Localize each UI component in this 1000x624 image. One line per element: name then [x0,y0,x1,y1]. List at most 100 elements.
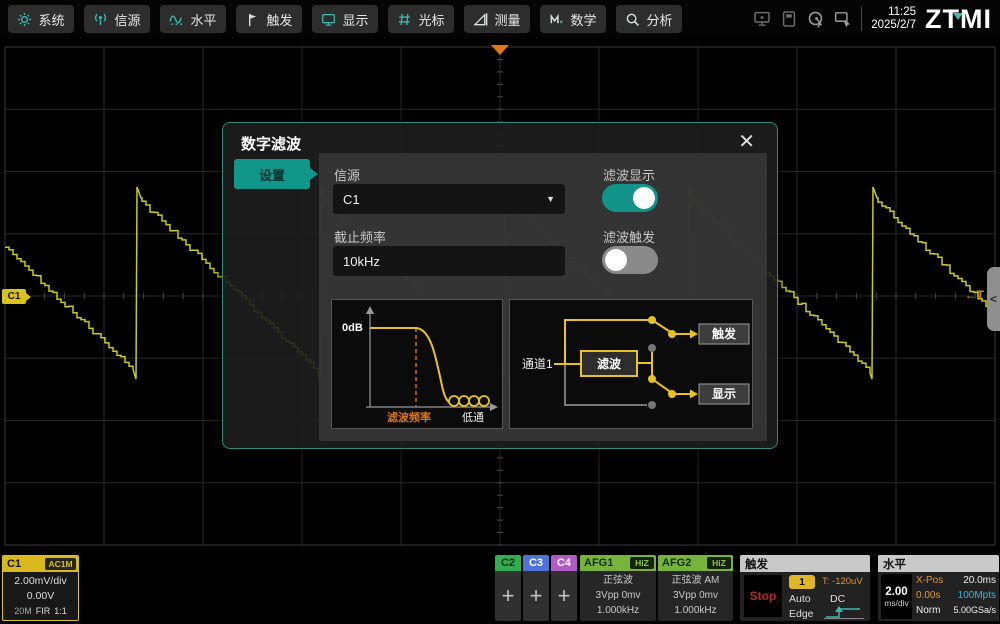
display-block-label: 显示 [712,387,736,401]
trigger-panel-title: 触发 [740,555,870,572]
horizontal-status-panel[interactable]: 水平 2.00 ms/div X-Pos 20.0ms 0.00s 100Mpt… [878,555,999,621]
afg-wave: 正弦波 AM [658,573,733,588]
touch-ring-icon [807,10,825,28]
channel-name: C1 [7,558,21,570]
grid-icon [397,12,412,27]
math-button[interactable]: 数学 [540,5,606,33]
afg2-box[interactable]: AFG2 HiZ 正弦波 AM 3Vpp 0mv 1.000kHz [658,555,733,621]
add-channel-icon: + [551,571,577,621]
filter-display-toggle[interactable] [602,184,658,212]
date: 2025/2/7 [871,19,916,32]
c1-bandwidth: 20M [14,604,32,619]
network-display-icon [753,10,771,28]
digital-filter-dialog: 数字滤波 ✕ 设置 信源 C1 ▼ 滤波显示 截止频率 10kHz 滤波触发 [222,122,778,449]
afg-frequency: 1.000kHz [658,603,733,618]
channel-c1-box[interactable]: C1 AC1M 2.00mV/div 0.00V 20M FIR 1:1 [2,555,79,621]
afg-name: AFG2 [662,557,691,569]
button-label: 分析 [646,10,672,29]
window-span: 20.0ms [948,575,996,586]
cursor-button[interactable]: 光标 [388,5,454,33]
trigger-block-label: 触发 [712,326,737,341]
tab-settings[interactable]: 设置 [234,159,310,189]
channel-name: C3 [523,555,549,571]
analyze-button[interactable]: 分析 [616,5,682,33]
filter-trigger-toggle[interactable] [602,246,658,274]
monitor-icon [321,12,336,27]
close-icon[interactable]: ✕ [732,128,761,156]
rising-edge-icon [824,606,864,619]
flag-icon [245,12,260,27]
source-button[interactable]: 信源 [84,5,150,33]
channel1-label: 通道1 [522,357,553,371]
search-icon [625,12,640,27]
button-label: 测量 [494,10,520,29]
source-select[interactable]: C1 ▼ [333,184,565,214]
channel-c4-box[interactable]: C4 + [551,555,577,621]
broadcast-icon [93,12,108,27]
lowpass-caption: 低通 [462,411,484,424]
usb-storage-icon [780,10,798,28]
trigger-position-marker[interactable] [491,45,509,55]
channel-c3-box[interactable]: C3 + [523,555,549,621]
afg-amplitude: 3Vpp 0mv [658,588,733,603]
button-label: 系统 [38,10,64,29]
chevron-down-icon: ▼ [546,194,555,204]
toggle-knob [605,249,627,271]
cutoff-frequency-input[interactable]: 10kHz [333,246,565,276]
timebase-scale: 2.00 [885,586,907,598]
coupling-badge: AC1M [45,558,76,570]
trigger-level-marker[interactable]: ←T [965,288,984,302]
impedance-badge: HiZ [630,557,654,569]
impedance-badge: HiZ [707,557,731,569]
memory-depth: 100Mpts [948,590,996,601]
touch-hand-icon [834,10,852,28]
channel-name: C4 [551,555,577,571]
c1-offset: 0.00V [3,589,78,604]
channel-name: C2 [495,555,521,571]
cutoff-frequency-value: 10kHz [343,254,380,269]
button-label: 信源 [114,10,140,29]
horizontal-button[interactable]: 水平 [160,5,226,33]
filter-display-label: 滤波显示 [603,165,655,184]
button-label: 显示 [342,10,368,29]
ruler-icon [473,12,488,27]
horizontal-panel-title: 水平 [878,555,999,572]
side-panel-handle[interactable]: < [987,267,1000,331]
c1-probe: 1:1 [54,604,67,619]
measure-button[interactable]: 测量 [464,5,530,33]
graticule-area: C1 ←T < 数字滤波 ✕ 设置 信源 C1 ▼ 滤波显示 截止频率 10kH… [0,0,1000,624]
add-channel-icon: + [523,571,549,621]
gear-icon [17,12,32,27]
source-label: 信源 [334,165,360,184]
button-label: 触发 [266,10,292,29]
acquisition-state-button[interactable]: Stop [744,575,782,617]
logo-accent-icon [953,13,963,20]
bottom-status-bar: C1 AC1M 2.00mV/div 0.00V 20M FIR 1:1 C2 … [0,552,1000,624]
trigger-coupling: DC [830,593,845,605]
c1-level-marker[interactable]: C1 [2,289,26,304]
response-curve [370,328,449,402]
oscilloscope-screen: C1 ←T < 数字滤波 ✕ 设置 信源 C1 ▼ 滤波显示 截止频率 10kH… [0,0,1000,624]
trigger-source-badge: 1 [789,575,815,589]
xpos-value: 0.00s [916,590,940,601]
wave-icon [169,12,184,27]
timebase-unit: ms/div [884,598,909,608]
trigger-button[interactable]: 触发 [236,5,302,33]
brand-logo: ZTMI [925,0,996,38]
timebase-button[interactable]: 2.00 ms/div [881,574,912,619]
afg1-box[interactable]: AFG1 HiZ 正弦波 3Vpp 0mv 1.000kHz [580,555,656,621]
channel-c2-box[interactable]: C2 + [495,555,521,621]
sample-rate: 5.00GSa/s [948,605,996,615]
trigger-status-panel[interactable]: 触发 Stop 1 Auto Edge T: -120uV DC [740,555,870,621]
filter-block-label: 滤波 [597,356,622,371]
trigger-mode: Auto [789,593,811,605]
button-label: 水平 [190,10,216,29]
dialog-title: 数字滤波 [241,133,301,154]
display-button[interactable]: 显示 [312,5,378,33]
afg-wave: 正弦波 [580,573,656,588]
c1-scale: 2.00mV/div [3,574,78,589]
signal-routing-panel: 通道1 滤波 触发 显示 [509,299,753,429]
c1-filter: FIR [36,604,51,619]
button-label: 光标 [418,10,444,29]
system-button[interactable]: 系统 [8,5,74,33]
